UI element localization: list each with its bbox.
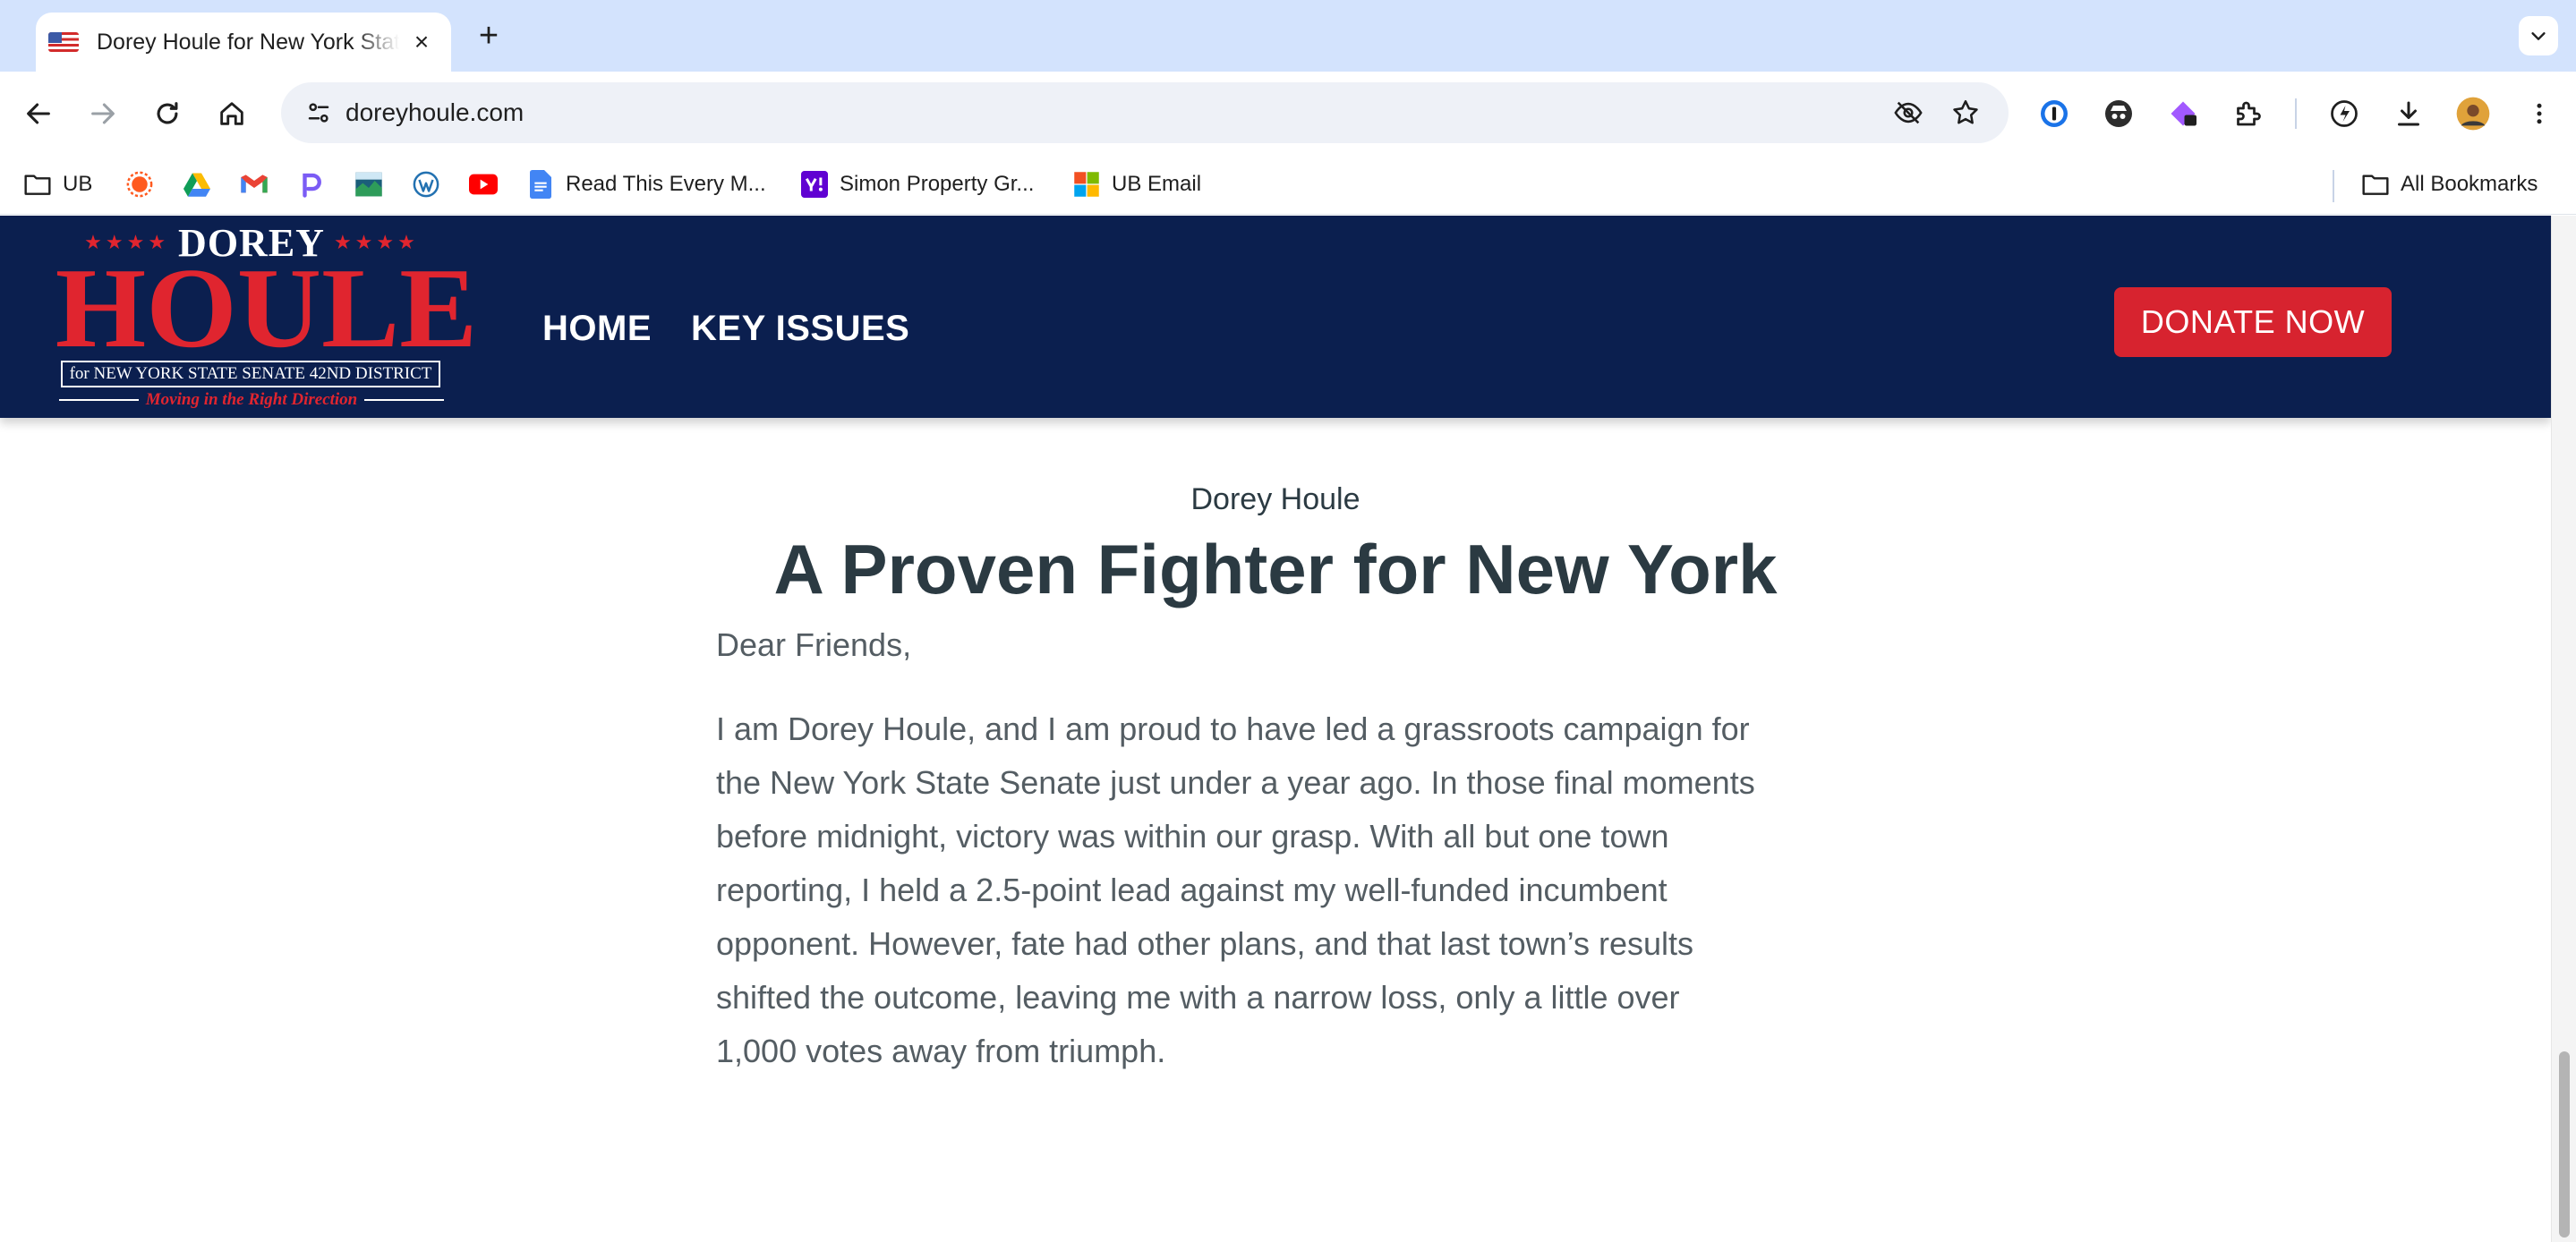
browser-menu-icon[interactable] (2519, 93, 2560, 134)
landscape-image-icon (354, 170, 383, 199)
tagline-rule-left (59, 399, 139, 401)
letter-salutation: Dear Friends, (716, 626, 912, 663)
reload-icon[interactable] (147, 93, 188, 134)
letter-body: Dear Friends, I am Dorey Houle, and I am… (716, 618, 1844, 1078)
google-docs-icon (526, 170, 555, 199)
browser-tab-active[interactable]: Dorey Houle for New York State Senate × (36, 13, 451, 72)
bookmark-read-this[interactable]: Read This Every M... (526, 166, 766, 202)
logo-last-name: HOULE (55, 244, 478, 371)
site-header: ★★★★ DOREY ★★★★ HOULE for NEW YORK STATE… (0, 216, 2551, 418)
youtube-icon (469, 170, 498, 199)
logo-office-line: for NEW YORK STATE SENATE 42ND DISTRICT (61, 361, 440, 387)
letter-paragraph: I am Dorey Houle, and I am proud to have… (716, 702, 1844, 1078)
orange-sun-icon (125, 170, 154, 199)
paragraph-line: 1,000 votes away from triumph. (716, 1033, 1166, 1069)
bookmark-orange-sun[interactable] (125, 166, 165, 202)
site-settings-icon[interactable] (299, 93, 338, 132)
address-url[interactable]: doreyhoule.com (345, 98, 524, 127)
bookmark-star-icon[interactable] (1946, 93, 1985, 132)
toolbar-divider (2295, 98, 2297, 129)
paragraph-line: shifted the outcome, leaving me with a n… (716, 979, 1680, 1016)
bookmark-gmail[interactable] (240, 166, 279, 202)
tagline-rule-right (364, 399, 445, 401)
bookmark-label: UB (63, 172, 93, 196)
new-tab-icon[interactable]: + (471, 17, 507, 55)
campaign-logo[interactable]: ★★★★ DOREY ★★★★ HOULE for NEW YORK STATE… (55, 221, 478, 411)
spy-extension-icon[interactable] (2098, 93, 2139, 134)
extensions-puzzle-icon[interactable] (2227, 93, 2268, 134)
eye-slash-icon[interactable] (1889, 93, 1928, 132)
tab-close-icon[interactable]: × (408, 28, 435, 55)
bookmark-google-drive[interactable] (183, 166, 222, 202)
password-manager-extension-icon[interactable] (2034, 93, 2075, 134)
page-headline: A Proven Fighter for New York (773, 530, 1778, 608)
back-arrow-icon[interactable] (18, 93, 59, 134)
performance-icon[interactable] (2324, 93, 2365, 134)
gmail-icon (240, 170, 269, 199)
main-nav: HOME KEY ISSUES (542, 309, 909, 349)
bookmark-folder-ub[interactable]: UB (23, 166, 92, 202)
p-app-icon (297, 170, 326, 199)
folder-icon (23, 170, 52, 199)
home-icon[interactable] (211, 93, 252, 134)
paragraph-line: before midnight, victory was within our … (716, 818, 1669, 855)
web-page: ★★★★ DOREY ★★★★ HOULE for NEW YORK STATE… (0, 216, 2551, 1242)
paragraph-line: opponent. However, fate had other plans,… (716, 925, 1694, 962)
bookmarks-bar: UB Read This Every M... Simon Property G… (0, 154, 2576, 215)
logo-tagline-row: Moving in the Right Direction (59, 389, 445, 411)
wordpress-icon (412, 170, 440, 199)
us-flag-favicon-icon (48, 32, 79, 52)
yahoo-icon (800, 170, 829, 199)
tab-search-chevron-icon[interactable] (2519, 16, 2558, 55)
all-bookmarks-button[interactable]: All Bookmarks (2361, 166, 2538, 202)
browser-toolbar: doreyhoule.com (0, 72, 2576, 154)
donate-now-button[interactable]: DONATE NOW (2114, 287, 2392, 357)
paragraph-line: reporting, I held a 2.5-point lead again… (716, 872, 1668, 908)
forward-arrow-icon[interactable] (82, 93, 124, 134)
nav-key-issues[interactable]: KEY ISSUES (691, 309, 909, 349)
bookmark-label: Read This Every M... (566, 172, 766, 196)
profile-avatar[interactable] (2452, 93, 2494, 134)
bookmark-landscape[interactable] (354, 166, 394, 202)
nav-home[interactable]: HOME (542, 309, 652, 349)
bookmark-p-app[interactable] (297, 166, 337, 202)
all-bookmarks-label: All Bookmarks (2401, 172, 2538, 196)
tab-title: Dorey Houle for New York State Senate (97, 29, 399, 55)
page-scrollbar[interactable] (2551, 216, 2576, 1242)
bookmark-simon-property[interactable]: Simon Property Gr... (800, 166, 1034, 202)
google-drive-icon (183, 170, 211, 199)
download-icon[interactable] (2388, 93, 2429, 134)
paragraph-line: I am Dorey Houle, and I am proud to have… (716, 710, 1750, 747)
privacy-extension-icon[interactable] (2162, 93, 2204, 134)
bookmark-youtube[interactable] (469, 166, 508, 202)
bookmark-wordpress[interactable] (412, 166, 451, 202)
browser-tab-strip: Dorey Houle for New York State Senate × … (0, 0, 2576, 72)
microsoft-icon (1072, 170, 1101, 199)
bookmark-label: UB Email (1112, 172, 1202, 196)
bookmarks-divider (2333, 170, 2334, 202)
section-kicker: Dorey Houle (1190, 482, 1361, 516)
logo-tagline: Moving in the Right Direction (145, 390, 358, 409)
address-bar[interactable]: doreyhoule.com (281, 82, 2009, 143)
paragraph-line: the New York State Senate just under a y… (716, 764, 1755, 801)
scrollbar-thumb[interactable] (2559, 1051, 2570, 1238)
folder-icon (2361, 170, 2390, 199)
bookmark-label: Simon Property Gr... (840, 172, 1035, 196)
bookmark-ub-email[interactable]: UB Email (1072, 166, 1201, 202)
